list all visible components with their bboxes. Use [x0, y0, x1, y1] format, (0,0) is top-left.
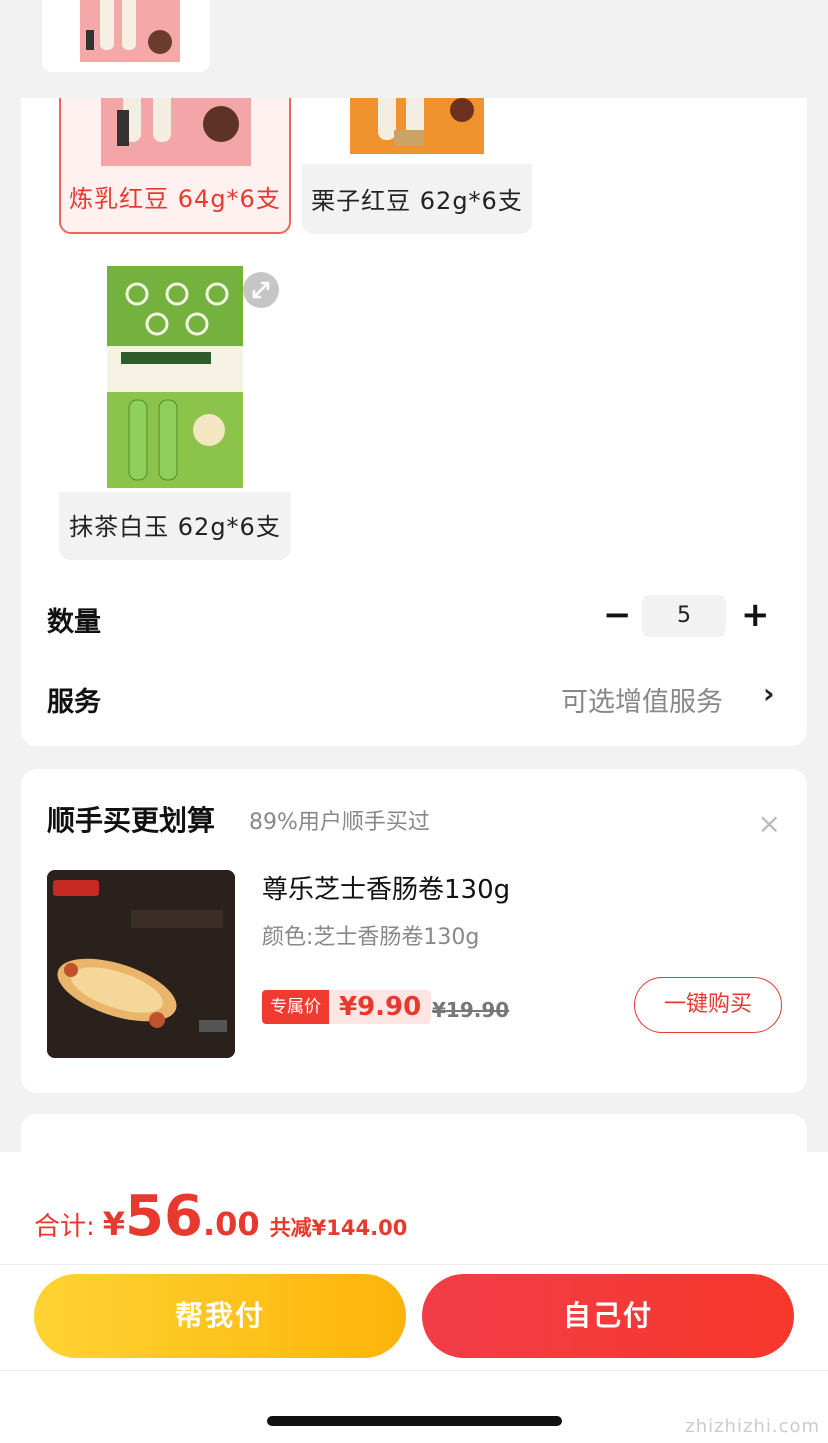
quantity-minus-button[interactable]: −: [603, 598, 632, 632]
selected-product-thumbnail[interactable]: [42, 0, 210, 72]
help-me-pay-button[interactable]: 帮我付: [34, 1274, 406, 1358]
quantity-input[interactable]: 5: [642, 595, 726, 637]
close-icon[interactable]: ×: [758, 807, 781, 840]
divider: [0, 1370, 828, 1371]
total-price: 合计: ¥ 56 .00 共减¥144.00: [34, 1184, 407, 1249]
product-box-image: [42, 0, 210, 72]
addon-original-price: ¥19.90: [432, 998, 510, 1022]
total-label: 合计:: [34, 1212, 95, 1242]
chevron-right-icon[interactable]: ›: [763, 677, 775, 710]
spec-card: 炼乳红豆 64g*6支 栗子红豆 62g*6支 抹茶白玉 62g*6支 数量 −…: [21, 50, 807, 746]
addon-product-name[interactable]: 尊乐芝士香肠卷130g: [262, 869, 510, 906]
quantity-label: 数量: [47, 607, 101, 638]
spec-label: 炼乳红豆 64g*6支: [69, 185, 281, 213]
total-integer: 56: [125, 1184, 203, 1249]
exclusive-price-tag: 专属价 ¥9.90: [262, 990, 432, 1024]
service-label: 服务: [47, 687, 101, 718]
spec-label: 栗子红豆 62g*6支: [311, 187, 523, 215]
quantity-plus-button[interactable]: +: [741, 598, 770, 632]
addon-price: ¥9.90: [339, 992, 422, 1022]
spec-option-matcha-white-jade[interactable]: 抹茶白玉 62g*6支: [59, 260, 291, 560]
expand-icon[interactable]: [243, 272, 279, 308]
one-click-buy-button[interactable]: 一键购买: [634, 977, 782, 1033]
addon-subtitle: 89%用户顺手买过: [249, 810, 430, 835]
currency-symbol: ¥: [102, 1205, 126, 1243]
exclusive-price-label: 专属价: [262, 990, 329, 1024]
total-saving: 共减¥144.00: [269, 1216, 408, 1240]
watermark: zhizhizhi.com: [685, 1416, 820, 1437]
total-decimal: .00: [202, 1205, 260, 1243]
pay-myself-button[interactable]: 自己付: [422, 1274, 794, 1358]
home-indicator[interactable]: [267, 1416, 562, 1426]
spec-image: [59, 260, 291, 492]
divider: [0, 1264, 828, 1265]
checkout-bar: 合计: ¥ 56 .00 共减¥144.00 帮我付 自己付 zhizhizhi…: [0, 1152, 828, 1443]
addon-product-image[interactable]: [47, 870, 235, 1058]
addon-product-color: 颜色:芝士香肠卷130g: [262, 925, 480, 950]
spec-label: 抹茶白玉 62g*6支: [69, 513, 281, 541]
top-bar: [0, 0, 828, 98]
addon-title: 顺手买更划算: [47, 804, 216, 837]
addon-card: 顺手买更划算 89%用户顺手买过 × 尊乐芝士香肠卷130g 颜色:芝士香肠卷1…: [21, 769, 807, 1093]
service-value[interactable]: 可选增值服务: [561, 680, 723, 719]
